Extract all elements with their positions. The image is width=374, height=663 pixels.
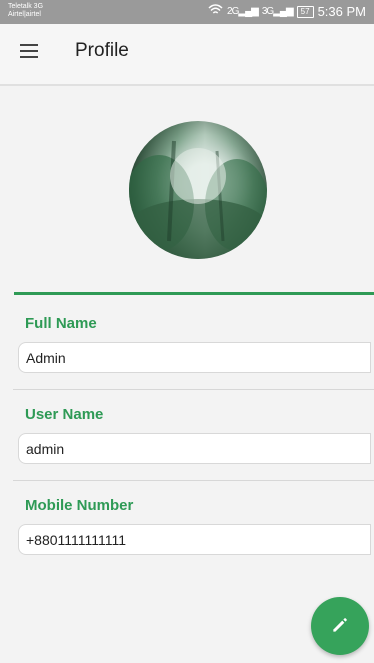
- profile-avatar[interactable]: [129, 121, 267, 259]
- full-name-value: Admin: [26, 349, 66, 366]
- edit-profile-button[interactable]: [311, 597, 369, 655]
- system-icons: 2G▂▄▆ 3G▂▄▆ 57 5:36 PM: [208, 4, 366, 19]
- hamburger-menu-icon[interactable]: [20, 44, 38, 58]
- mobile-number-value: +8801111111111: [26, 531, 127, 548]
- user-name-field[interactable]: admin: [18, 433, 371, 464]
- time: 5:36 PM: [317, 4, 366, 19]
- profile-separator: [14, 292, 374, 295]
- app-bar: Profile: [0, 24, 374, 86]
- user-name-label: User Name: [25, 406, 104, 423]
- carrier-line-2: Airtel|airtel: [8, 11, 41, 18]
- carrier-info: Teletalk 3G Airtel|airtel: [8, 3, 43, 19]
- mobile-number-field[interactable]: +8801111111111: [18, 524, 371, 555]
- edit-pencil-icon: [333, 618, 347, 632]
- mobile-number-label: Mobile Number: [25, 497, 134, 514]
- page-title: Profile: [75, 40, 129, 61]
- user-name-value: admin: [26, 440, 65, 457]
- battery-icon: 57: [296, 5, 314, 18]
- wifi-icon: [208, 4, 223, 19]
- status-bar: Teletalk 3G Airtel|airtel 2G▂▄▆ 3G▂▄▆ 57…: [0, 0, 374, 24]
- signal-2g: 2G▂▄▆: [227, 6, 259, 17]
- forest-image-icon: [129, 140, 267, 259]
- carrier-line-1: Teletalk 3G: [8, 3, 44, 10]
- signal-3g: 3G▂▄▆: [261, 6, 294, 17]
- divider: [13, 480, 374, 481]
- full-name-field[interactable]: Admin: [18, 342, 371, 373]
- full-name-label: Full Name: [25, 315, 97, 332]
- divider: [13, 389, 374, 390]
